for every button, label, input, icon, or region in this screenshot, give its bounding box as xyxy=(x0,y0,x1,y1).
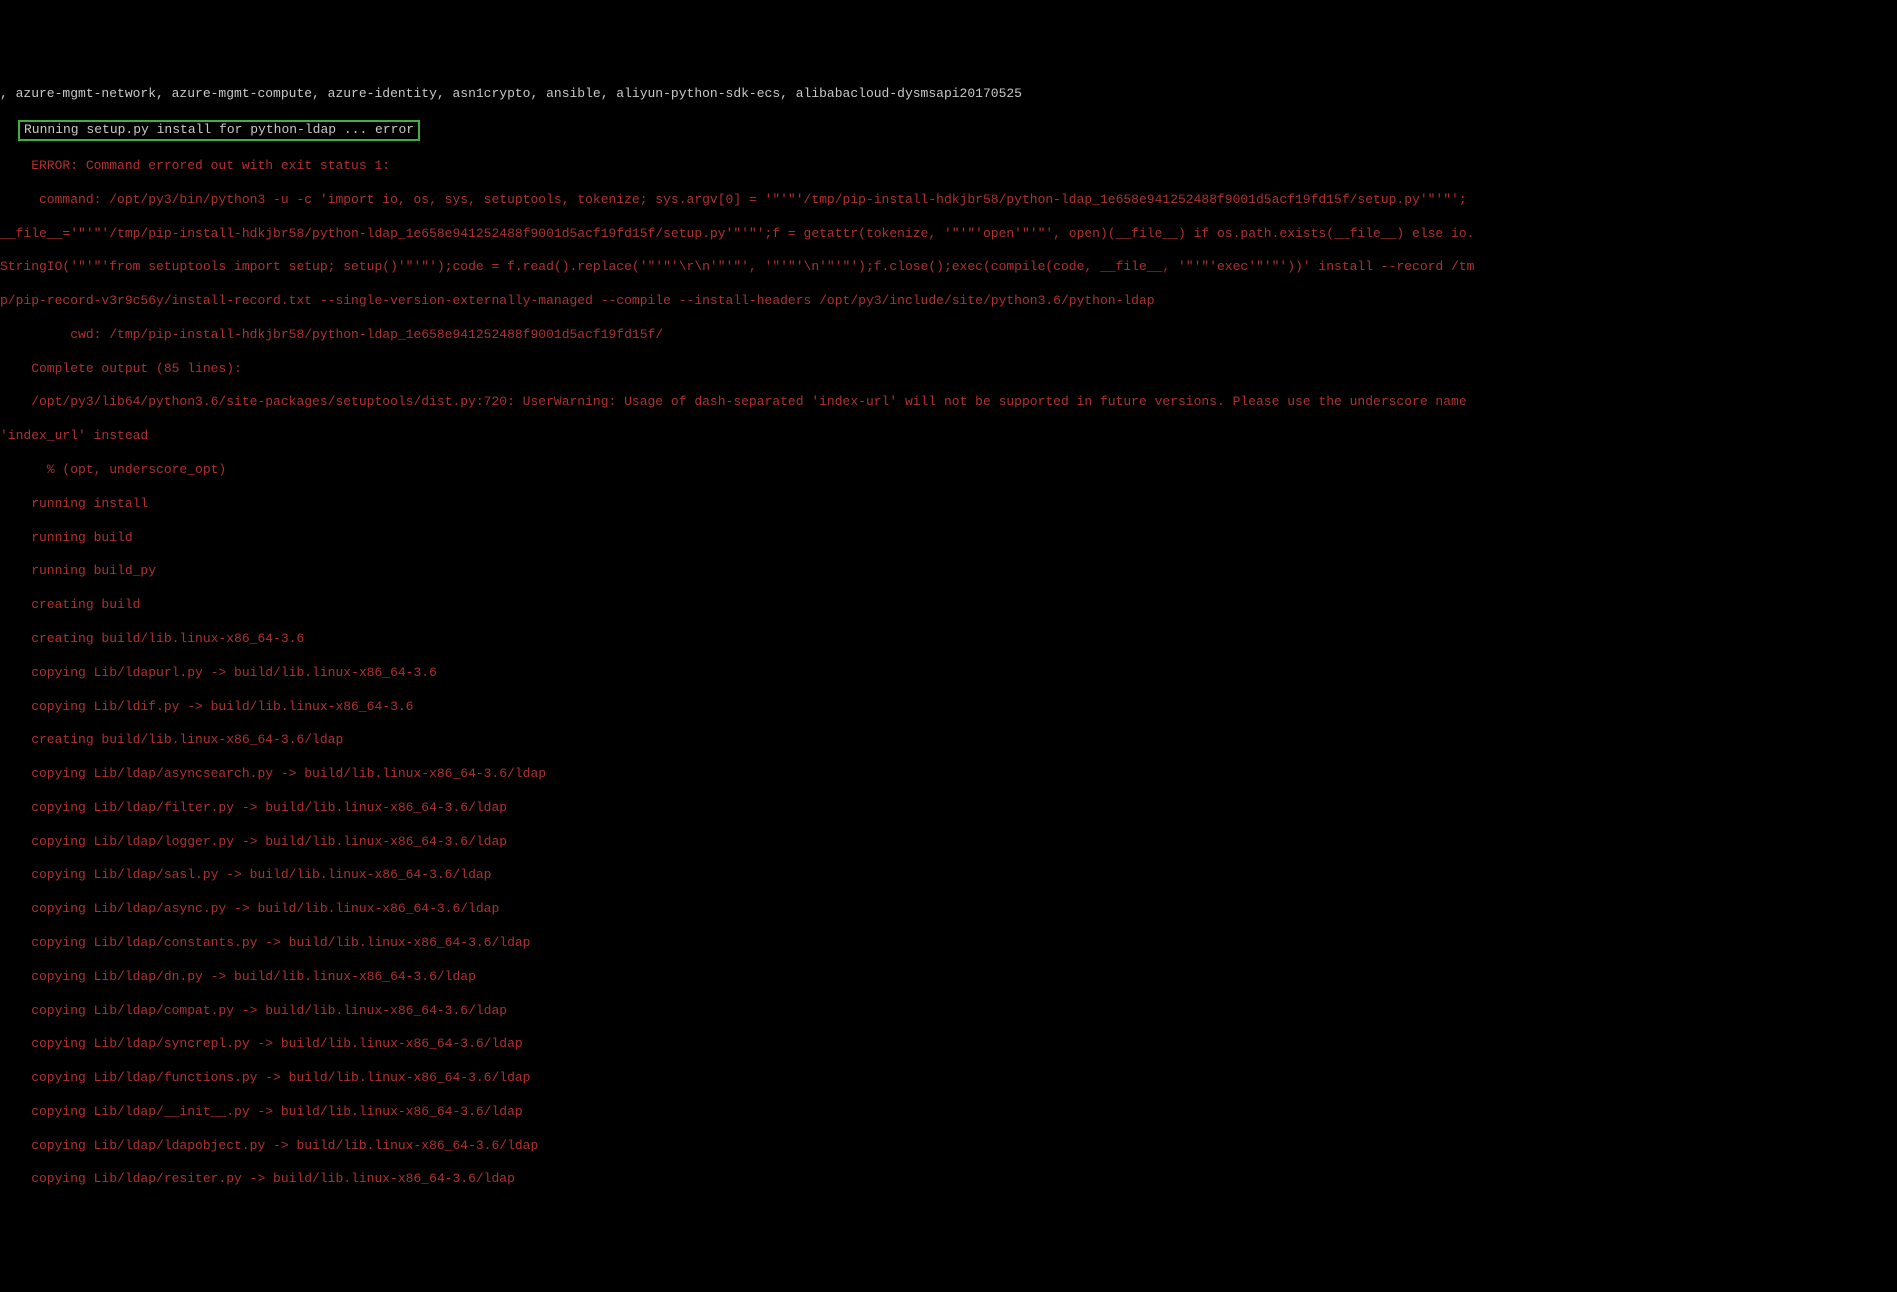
running-install: running install xyxy=(0,496,1897,513)
copying-async: copying Lib/ldap/async.py -> build/lib.l… xyxy=(0,901,1897,918)
running-build-py: running build_py xyxy=(0,563,1897,580)
copying-sasl: copying Lib/ldap/sasl.py -> build/lib.li… xyxy=(0,867,1897,884)
copying-constants: copying Lib/ldap/constants.py -> build/l… xyxy=(0,935,1897,952)
copying-functions: copying Lib/ldap/functions.py -> build/l… xyxy=(0,1070,1897,1087)
creating-ldap: creating build/lib.linux-x86_64-3.6/ldap xyxy=(0,732,1897,749)
creating-build: creating build xyxy=(0,597,1897,614)
command-cont-1: __file__='"'"'/tmp/pip-install-hdkjbr58/… xyxy=(0,226,1897,243)
copying-ldapobject: copying Lib/ldap/ldapobject.py -> build/… xyxy=(0,1138,1897,1155)
userwarning-line: /opt/py3/lib64/python3.6/site-packages/s… xyxy=(0,394,1897,411)
copying-compat: copying Lib/ldap/compat.py -> build/lib.… xyxy=(0,1003,1897,1020)
copying-syncrepl: copying Lib/ldap/syncrepl.py -> build/li… xyxy=(0,1036,1897,1053)
complete-output-line: Complete output (85 lines): xyxy=(0,361,1897,378)
terminal-output[interactable]: , azure-mgmt-network, azure-mgmt-compute… xyxy=(0,68,1897,1208)
package-list-line: , azure-mgmt-network, azure-mgmt-compute… xyxy=(0,86,1897,103)
copying-logger: copying Lib/ldap/logger.py -> build/lib.… xyxy=(0,834,1897,851)
copying-ldif: copying Lib/ldif.py -> build/lib.linux-x… xyxy=(0,699,1897,716)
command-line: command: /opt/py3/bin/python3 -u -c 'imp… xyxy=(0,192,1897,209)
copying-dn: copying Lib/ldap/dn.py -> build/lib.linu… xyxy=(0,969,1897,986)
error-highlight-box: Running setup.py install for python-ldap… xyxy=(18,120,420,141)
command-cont-3: p/pip-record-v3r9c56y/install-record.txt… xyxy=(0,293,1897,310)
copying-resiter: copying Lib/ldap/resiter.py -> build/lib… xyxy=(0,1171,1897,1188)
copying-ldapurl: copying Lib/ldapurl.py -> build/lib.linu… xyxy=(0,665,1897,682)
command-cont-2: StringIO('"'"'from setuptools import set… xyxy=(0,259,1897,276)
copying-init: copying Lib/ldap/__init__.py -> build/li… xyxy=(0,1104,1897,1121)
error-header: ERROR: Command errored out with exit sta… xyxy=(0,158,1897,175)
creating-build-lib: creating build/lib.linux-x86_64-3.6 xyxy=(0,631,1897,648)
userwarning-cont: 'index_url' instead xyxy=(0,428,1897,445)
opt-line: % (opt, underscore_opt) xyxy=(0,462,1897,479)
running-build: running build xyxy=(0,530,1897,547)
copying-asyncsearch: copying Lib/ldap/asyncsearch.py -> build… xyxy=(0,766,1897,783)
copying-filter: copying Lib/ldap/filter.py -> build/lib.… xyxy=(0,800,1897,817)
cwd-line: cwd: /tmp/pip-install-hdkjbr58/python-ld… xyxy=(0,327,1897,344)
